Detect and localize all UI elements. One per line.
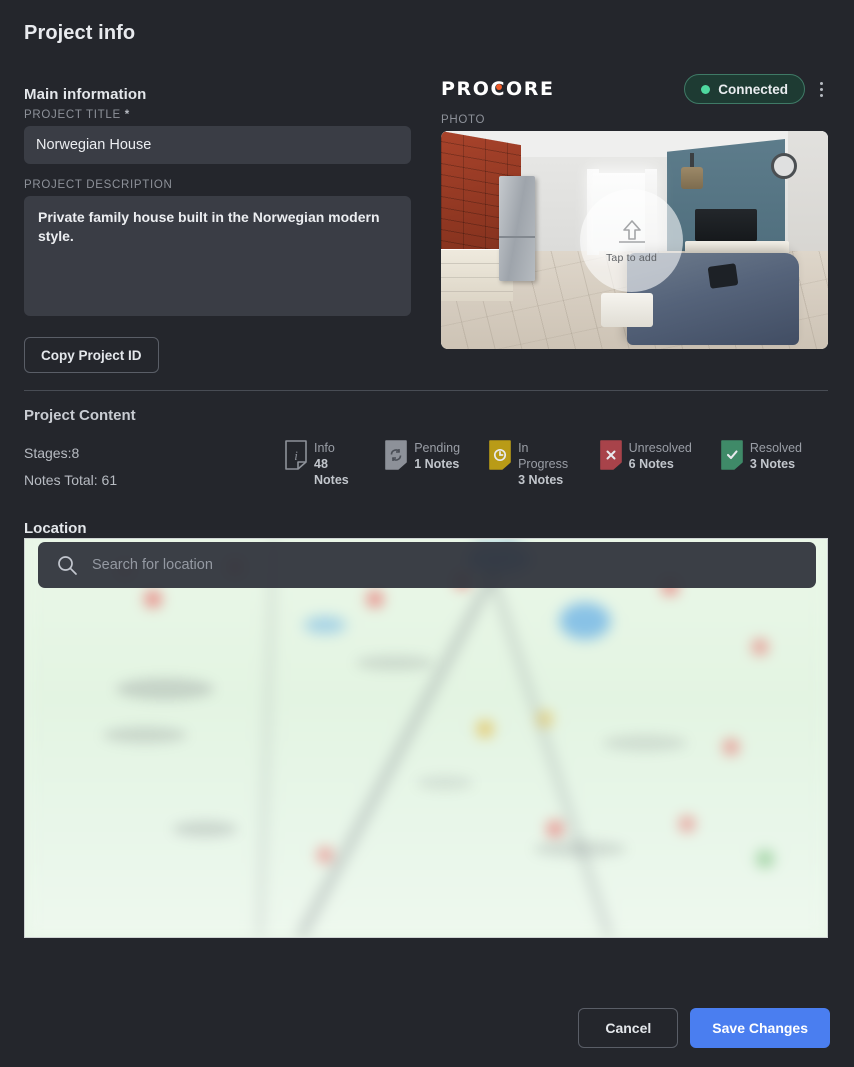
stages-count: Stages:8 [24, 445, 80, 461]
connection-status-badge[interactable]: Connected [684, 74, 805, 104]
stat-label: In Progress [518, 441, 569, 471]
search-icon [58, 556, 77, 575]
photo-pillow [707, 263, 739, 289]
note-status-stats: i Info 48 Notes Pending 1 Notes In Progress 3 … [284, 440, 830, 488]
stat-text: Resolved 3 Notes [750, 440, 802, 472]
project-content-summary: Stages:8 Notes Total: 61 [24, 440, 117, 494]
in-progress-note-icon [489, 440, 511, 470]
stat-count: 48 Notes [314, 457, 349, 487]
project-description-label: PROJECT DESCRIPTION [24, 179, 173, 191]
stat-count: 1 Notes [414, 457, 460, 471]
stat-in-progress[interactable]: In Progress 3 Notes [488, 440, 571, 488]
procore-logo: PROCORE [441, 78, 555, 100]
integration-photo-section: PROCORE Connected PHOTO [441, 74, 828, 349]
stat-count: 3 Notes [749, 457, 796, 471]
page-title: Project info [24, 22, 136, 44]
photo-upload-overlay[interactable]: Tap to add [580, 189, 683, 292]
stat-label: Pending [414, 441, 461, 455]
upload-icon [618, 219, 645, 243]
pending-note-icon [385, 440, 407, 470]
stat-count: 6 Notes [628, 457, 674, 471]
procore-header-row: PROCORE Connected [441, 74, 828, 104]
project-description-input[interactable] [24, 196, 411, 316]
project-content-heading: Project Content [24, 407, 136, 424]
stat-text: Pending 1 Notes [414, 440, 460, 472]
location-search-input[interactable] [92, 557, 798, 573]
stat-pending[interactable]: Pending 1 Notes [384, 440, 460, 488]
stat-count: 3 Notes [518, 473, 564, 487]
stat-resolved[interactable]: Resolved 3 Notes [720, 440, 802, 488]
info-note-icon: i [285, 440, 307, 470]
section-divider [24, 390, 828, 391]
project-title-input[interactable] [24, 126, 411, 164]
photo-refrigerator [499, 176, 535, 281]
resolved-note-icon [721, 440, 743, 470]
location-map[interactable] [24, 538, 828, 938]
stat-label: Unresolved [628, 441, 692, 455]
location-search-bar[interactable] [38, 542, 816, 588]
kebab-menu-icon[interactable] [815, 78, 828, 101]
status-dot-icon [701, 84, 711, 94]
location-heading: Location [24, 520, 87, 537]
photo-wall-clock [771, 153, 797, 179]
main-information-heading: Main information [24, 86, 147, 103]
stat-text: Info 48 Notes [314, 440, 356, 488]
project-title-label: PROJECT TITLE * [24, 109, 411, 121]
required-marker: * [124, 109, 130, 121]
stat-label: Resolved [749, 441, 802, 455]
project-info-dialog: Project info Main information PROJECT TI… [0, 0, 854, 1067]
main-information-section: Main information PROJECT TITLE * PROJECT… [24, 86, 411, 373]
cancel-button[interactable]: Cancel [578, 1008, 679, 1048]
photo-label: PHOTO [441, 114, 486, 126]
stat-text: Unresolved 6 Notes [629, 440, 692, 472]
dialog-footer: Cancel Save Changes [578, 1008, 830, 1048]
stat-text: In Progress 3 Notes [518, 440, 571, 488]
save-changes-button[interactable]: Save Changes [690, 1008, 830, 1048]
stat-unresolved[interactable]: Unresolved 6 Notes [599, 440, 692, 488]
project-photo[interactable]: Tap to add [441, 131, 828, 349]
map-labels-blur [25, 539, 827, 937]
photo-pendant-lamp [679, 153, 705, 191]
project-title-label-text: PROJECT TITLE [24, 109, 121, 121]
copy-project-id-button[interactable]: Copy Project ID [24, 337, 159, 373]
stat-info[interactable]: i Info 48 Notes [284, 440, 356, 488]
stat-label: Info [314, 441, 335, 455]
procore-logo-dot-icon [496, 84, 502, 90]
svg-text:i: i [294, 448, 298, 463]
unresolved-note-icon [599, 440, 622, 470]
integration-actions: Connected [684, 74, 828, 104]
notes-total-count: Notes Total: 61 [24, 472, 118, 488]
photo-coffee-table [601, 293, 653, 327]
photo-upload-label: Tap to add [605, 251, 658, 264]
connection-status-label: Connected [718, 81, 788, 97]
photo-television [695, 209, 757, 241]
